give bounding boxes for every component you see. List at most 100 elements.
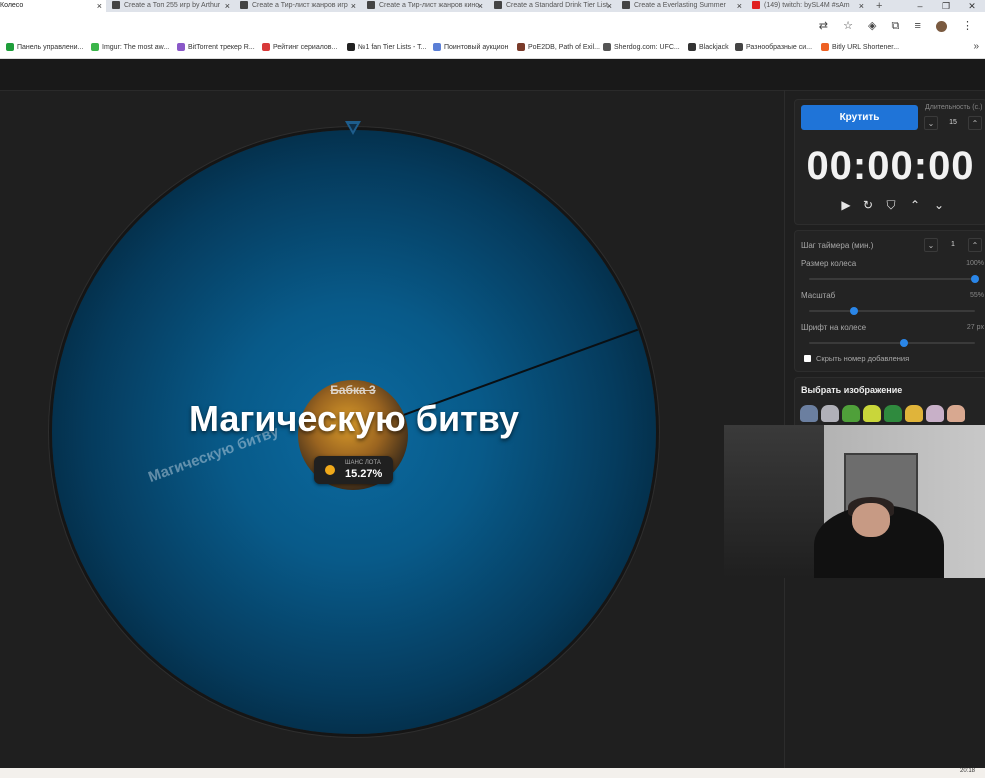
duration-stepper: ⌄ 15 ⌃: [924, 116, 984, 130]
close-icon[interactable]: ×: [225, 0, 230, 12]
duration-label: Длительность (с.): [925, 104, 983, 111]
minimize-icon[interactable]: –: [907, 0, 933, 12]
image-option[interactable]: [926, 405, 944, 422]
tab-label: Create a Everlasting Summer: [634, 2, 726, 9]
chevron-up-icon[interactable]: ⌃: [968, 238, 982, 252]
tab-genres-movies[interactable]: Create a Тир-лист жанров кино ×: [365, 0, 487, 12]
scale-label: Масштаб: [801, 291, 836, 300]
tab-label: (149) twitch: bySL4M #sAm: [764, 2, 850, 9]
restore-icon[interactable]: ❐: [933, 0, 959, 12]
chevron-down-icon[interactable]: ⌄: [924, 238, 938, 252]
tierlist-favicon-icon: [622, 0, 630, 9]
bookmark-favicon-icon: [177, 43, 185, 51]
timer-panel: Крутить Длительность (с.) ⌄ 15 ⌃ 00:00:0…: [794, 99, 985, 225]
bookmark-favicon-icon: [603, 43, 611, 51]
hide-number-checkbox[interactable]: [804, 355, 811, 362]
wheel-size-slider[interactable]: [809, 275, 979, 283]
image-picker-title: Выбрать изображение: [801, 385, 903, 395]
bookmark-label: Bitly URL Shortener...: [832, 43, 900, 51]
winner-label: Магическую битву: [188, 398, 520, 439]
slider-thumb[interactable]: [849, 307, 858, 315]
close-icon[interactable]: ×: [607, 0, 612, 12]
bookmark-label: Imgur: The most aw...: [102, 43, 170, 51]
bookmark-favicon-icon: [91, 43, 99, 51]
tab-label: Create a Тир-лист жанров кино: [379, 2, 480, 9]
tab-wheel[interactable]: Колесо ×: [0, 0, 106, 12]
reset-icon[interactable]: ↻: [861, 198, 875, 212]
bookmark-item[interactable]: Bitly URL Shortener...: [821, 43, 899, 51]
media-icon[interactable]: ≡: [914, 20, 920, 32]
bookmark-item[interactable]: Sherdog.com: UFC...: [603, 43, 680, 51]
extension-icon[interactable]: ◈: [868, 20, 876, 32]
bookmark-item[interactable]: Imgur: The most aw...: [91, 43, 169, 51]
webcam-overlay: [724, 425, 985, 578]
bookmark-item[interactable]: PoE2DB, Path of Exil...: [517, 43, 600, 51]
duration-value[interactable]: 15: [942, 116, 964, 130]
spin-button[interactable]: Крутить: [801, 105, 918, 130]
bookmark-label: Поинтовый аукцион: [444, 43, 509, 51]
close-icon[interactable]: ×: [351, 0, 356, 12]
avatar[interactable]: [935, 20, 947, 32]
close-icon[interactable]: ×: [97, 0, 102, 12]
bookmark-item[interactable]: №1 fan Tier Lists - T...: [347, 43, 426, 51]
hide-number-label: Скрыть номер добавления: [816, 354, 910, 363]
bookmark-item[interactable]: Поинтовый аукцион: [433, 43, 508, 51]
wheel-pointer-inner: [349, 124, 357, 131]
bookmarks-overflow-icon[interactable]: »: [973, 41, 979, 52]
chance-value: 15.27%: [345, 468, 383, 480]
translate-icon[interactable]: ⇄: [819, 20, 828, 32]
tab-standard-drink[interactable]: Create a Standard Drink Tier List ×: [492, 0, 616, 12]
play-icon[interactable]: ▶: [839, 198, 853, 212]
image-option[interactable]: [800, 405, 818, 422]
image-option[interactable]: [842, 405, 860, 422]
puzzle-icon[interactable]: ⧉: [892, 20, 900, 32]
bookmark-item[interactable]: Blackjack: [688, 43, 729, 51]
image-option[interactable]: [905, 405, 923, 422]
bookmark-star-icon[interactable]: ☆: [843, 20, 853, 32]
bookmark-label: Sherdog.com: UFC...: [614, 43, 680, 51]
tab-everlasting-summer[interactable]: Create a Everlasting Summer ×: [620, 0, 746, 12]
image-picker-panel: Выбрать изображение: [794, 377, 985, 429]
tierlist-favicon-icon: [367, 0, 375, 9]
scale-value: 55%: [969, 292, 984, 299]
bookmark-item[interactable]: Рейтинг сериалов...: [262, 43, 337, 51]
close-icon[interactable]: ×: [478, 0, 483, 12]
chevron-down-icon[interactable]: ⌄: [924, 116, 938, 130]
coin-icon: [325, 465, 335, 475]
bookmark-item[interactable]: Разнообразные си...: [735, 43, 812, 51]
chevron-down-icon[interactable]: ⌄: [932, 198, 946, 212]
menu-icon[interactable]: ⋮: [962, 20, 973, 32]
youtube-favicon-icon: [752, 0, 760, 9]
bookmark-item[interactable]: BitTorrent трекер R...: [177, 43, 255, 51]
image-option[interactable]: [884, 405, 902, 422]
wheel-size-label: Размер колеса: [801, 259, 857, 268]
slider-thumb[interactable]: [899, 339, 908, 347]
tab-twitch[interactable]: (149) twitch: bySL4M #sAm ×: [750, 0, 868, 12]
chevron-up-icon[interactable]: ⌃: [908, 198, 922, 212]
bookmark-icon[interactable]: ⛉: [884, 198, 898, 212]
close-icon[interactable]: ×: [859, 0, 864, 12]
close-icon[interactable]: ×: [737, 0, 742, 12]
tab-label: Колесо: [0, 2, 24, 9]
tab-genres-games[interactable]: Create a Тир-лист жанров игр ×: [238, 0, 360, 12]
webcam-background: [724, 425, 824, 578]
image-option[interactable]: [821, 405, 839, 422]
bookmark-label: Панель управлени...: [17, 43, 84, 51]
bookmark-item[interactable]: Панель управлени...: [6, 43, 83, 51]
scale-slider[interactable]: [809, 307, 975, 315]
bookmark-label: Рейтинг сериалов...: [273, 43, 338, 51]
image-option[interactable]: [947, 405, 965, 422]
timer-step-label: Шаг таймера (мин.): [801, 241, 874, 250]
tab-top-games[interactable]: Create a Топ 255 игр by Arthur ×: [110, 0, 234, 12]
chance-label: ШАНС ЛОТА: [345, 460, 381, 466]
slider-thumb[interactable]: [971, 275, 979, 283]
timer-step-value[interactable]: 1: [942, 238, 964, 252]
tab-label: Create a Standard Drink Tier List: [506, 2, 608, 9]
window-close-icon[interactable]: ✕: [959, 0, 985, 12]
image-option[interactable]: [863, 405, 881, 422]
chance-badge: ШАНС ЛОТА 15.27%: [314, 456, 393, 484]
bookmark-favicon-icon: [735, 43, 743, 51]
chevron-up-icon[interactable]: ⌃: [968, 116, 982, 130]
font-size-slider[interactable]: [809, 339, 975, 347]
new-tab-button[interactable]: +: [876, 0, 890, 12]
